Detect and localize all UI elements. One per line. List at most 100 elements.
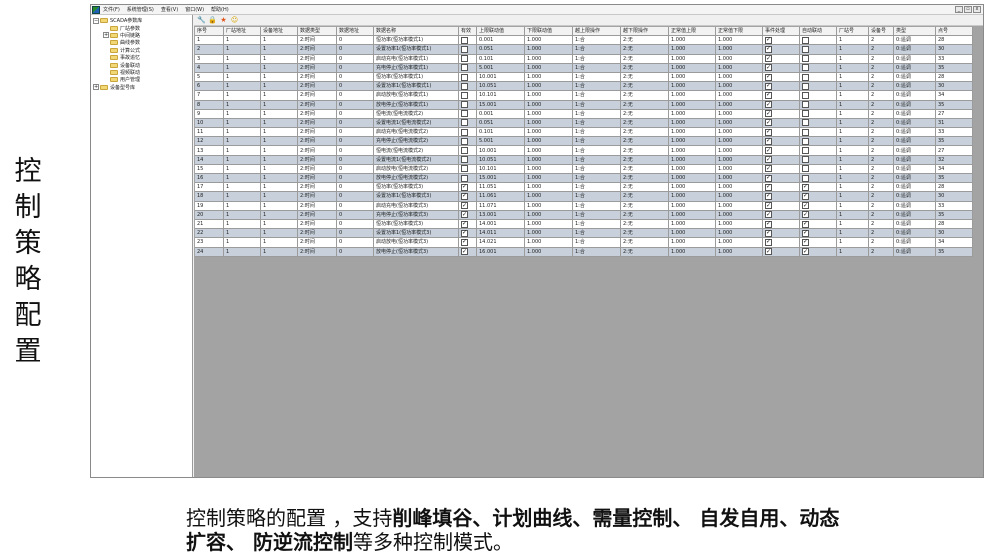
checkbox[interactable]: ✓ bbox=[765, 128, 772, 136]
checkbox[interactable]: ✓ bbox=[765, 82, 772, 90]
close-button[interactable]: x bbox=[973, 6, 981, 13]
menu-item[interactable]: 查看(V) bbox=[161, 6, 178, 13]
table-row[interactable]: 1 1 1 2:时间 0 恒功率(恒功率模式1) 0.001 1.000 1:合 2:无 1.000… bbox=[195, 36, 973, 46]
checkbox[interactable]: ✓ bbox=[765, 211, 772, 219]
tree-item[interactable]: 视频联动 bbox=[91, 69, 192, 76]
checkbox[interactable]: ✓ bbox=[765, 64, 772, 72]
tree-item[interactable]: 设备联动 bbox=[91, 61, 192, 69]
checkbox[interactable]: ✓ bbox=[765, 238, 772, 246]
checkbox[interactable]: ✓ bbox=[802, 202, 809, 210]
column-header[interactable]: 事件处理 bbox=[763, 27, 800, 37]
table-row[interactable]: 22 1 1 2:时间 0 设置功率1(恒功率模式3) ✓ 14.011 1.000 1:合 2:无… bbox=[195, 229, 973, 239]
tree-expander-icon[interactable]: + bbox=[103, 32, 109, 39]
checkbox[interactable]: ✓ bbox=[765, 45, 772, 53]
checkbox[interactable]: ✓ bbox=[765, 174, 772, 182]
table-row[interactable]: 4 1 1 2:时间 0 充电停止(恒功率模式1) 5.001 1.000 1:合 2:无 1.00… bbox=[195, 63, 973, 73]
star-icon[interactable]: ★ bbox=[219, 16, 228, 25]
checkbox[interactable]: ✓ bbox=[765, 192, 772, 200]
tree-item[interactable]: + 设备型号库 bbox=[91, 84, 192, 91]
checkbox[interactable]: ✓ bbox=[765, 119, 772, 127]
table-row[interactable]: 20 1 1 2:时间 0 充电停止(恒功率模式3) ✓ 13.001 1.000 1:合 2:无 1… bbox=[195, 210, 973, 220]
checkbox[interactable]: ✓ bbox=[802, 192, 809, 200]
checkbox[interactable] bbox=[802, 73, 809, 81]
table-row[interactable]: 6 1 1 2:时间 0 设置功率1(恒功率模式1) 10.051 1.000 1:合 2:无 1.… bbox=[195, 82, 973, 92]
checkbox[interactable] bbox=[802, 82, 809, 90]
checkbox[interactable]: ✓ bbox=[765, 36, 772, 44]
checkbox[interactable] bbox=[802, 101, 809, 109]
checkbox[interactable]: ✓ bbox=[765, 183, 772, 191]
table-row[interactable]: 21 1 1 2:时间 0 恒功率(恒功率模式3) ✓ 14.001 1.000 1:合 2:无 1.… bbox=[195, 219, 973, 230]
checkbox[interactable] bbox=[461, 147, 468, 155]
column-header[interactable]: 数据类型 bbox=[298, 27, 337, 37]
checkbox[interactable] bbox=[461, 73, 468, 81]
menu-item[interactable]: 系统管理(S) bbox=[127, 6, 154, 13]
checkbox[interactable] bbox=[802, 55, 809, 63]
checkbox[interactable]: ✓ bbox=[802, 183, 809, 191]
table-row[interactable]: 12 1 1 2:时间 0 充电停止(恒电流模式2) 5.001 1.000 1:合 2:无 1.0… bbox=[195, 137, 973, 147]
tree-item[interactable]: − SCADA参数库 bbox=[91, 17, 192, 24]
checkbox[interactable] bbox=[461, 101, 468, 109]
checkbox[interactable]: ✓ bbox=[765, 248, 772, 256]
checkbox[interactable] bbox=[802, 64, 809, 72]
checkbox[interactable] bbox=[461, 174, 468, 182]
checkbox[interactable] bbox=[461, 36, 468, 44]
column-header[interactable]: 厂站地址 bbox=[224, 27, 261, 37]
checkbox[interactable]: ✓ bbox=[765, 137, 772, 145]
checkbox[interactable]: ✓ bbox=[802, 238, 809, 246]
tree-item[interactable]: 用户管理 bbox=[91, 76, 192, 83]
checkbox[interactable] bbox=[461, 128, 468, 136]
tree-expander-icon[interactable]: − bbox=[93, 17, 99, 24]
table-row[interactable]: 7 1 1 2:时间 0 启动放电(恒功率模式1) 10.101 1.000 1:合 2:无 1.0… bbox=[195, 91, 973, 101]
checkbox[interactable]: ✓ bbox=[461, 211, 468, 219]
checkbox[interactable]: ✓ bbox=[461, 238, 468, 246]
table-row[interactable]: 5 1 1 2:时间 0 恒功率(恒功率模式1) 10.001 1.000 1:合 2:无 1.00… bbox=[195, 72, 973, 83]
smiley-icon[interactable]: ☺ bbox=[230, 16, 239, 25]
table-row[interactable]: 2 1 1 2:时间 0 设置功率1(恒功率模式1) 0.051 1.000 1:合 2:无 1.0… bbox=[195, 45, 973, 55]
table-row[interactable]: 19 1 1 2:时间 0 启动充电(恒功率模式3) ✓ 11.071 1.000 1:合 2:无 1… bbox=[195, 201, 973, 211]
menu-item[interactable]: 帮助(H) bbox=[211, 6, 229, 13]
checkbox[interactable]: ✓ bbox=[765, 220, 772, 228]
tree-expander-icon[interactable]: + bbox=[93, 84, 99, 91]
checkbox[interactable]: ✓ bbox=[765, 55, 772, 63]
column-header[interactable]: 下限联动值 bbox=[525, 27, 573, 37]
checkbox[interactable] bbox=[461, 165, 468, 173]
table-row[interactable]: 13 1 1 2:时间 0 恒电流(恒电流模式2) 10.001 1.000 1:合 2:无 1.0… bbox=[195, 146, 973, 156]
checkbox[interactable]: ✓ bbox=[765, 147, 772, 155]
restore-button[interactable]: ▫ bbox=[964, 6, 972, 13]
column-header[interactable]: 有效 bbox=[459, 27, 477, 37]
column-header[interactable]: 越上限操作 bbox=[573, 27, 621, 37]
checkbox[interactable] bbox=[461, 82, 468, 90]
wrench-icon[interactable]: 🔧 bbox=[197, 16, 206, 25]
column-header[interactable]: 设备地址 bbox=[261, 27, 298, 37]
column-header[interactable]: 点号 bbox=[936, 27, 973, 37]
column-header[interactable]: 自动联动 bbox=[800, 27, 837, 37]
checkbox[interactable] bbox=[802, 36, 809, 44]
checkbox[interactable] bbox=[802, 156, 809, 164]
column-header[interactable]: 正常值下限 bbox=[716, 27, 763, 37]
checkbox[interactable] bbox=[461, 45, 468, 53]
column-header[interactable]: 设备号 bbox=[869, 27, 894, 37]
table-row[interactable]: 23 1 1 2:时间 0 启动放电(恒功率模式3) ✓ 14.021 1.000 1:合 2:无 1… bbox=[195, 238, 973, 248]
menu-item[interactable]: 窗口(W) bbox=[185, 6, 204, 13]
checkbox[interactable] bbox=[461, 156, 468, 164]
table-row[interactable]: 14 1 1 2:时间 0 设置电流1(恒电流模式2) 10.051 1.000 1:合 2:无 1… bbox=[195, 155, 973, 165]
checkbox[interactable]: ✓ bbox=[461, 229, 468, 237]
menu-item[interactable]: 文件(F) bbox=[103, 6, 120, 13]
tree-item[interactable]: + 中间链路 bbox=[91, 32, 192, 39]
checkbox[interactable] bbox=[802, 147, 809, 155]
tree-item[interactable]: 厂站参数 bbox=[91, 24, 192, 32]
table-row[interactable]: 11 1 1 2:时间 0 启动充电(恒电流模式2) 0.101 1.000 1:合 2:无 1.0… bbox=[195, 128, 973, 138]
column-header[interactable]: 序号 bbox=[195, 27, 224, 37]
column-header[interactable]: 正常值上限 bbox=[669, 27, 716, 37]
checkbox[interactable] bbox=[461, 64, 468, 72]
checkbox[interactable] bbox=[802, 91, 809, 99]
minimize-button[interactable]: _ bbox=[955, 6, 963, 13]
checkbox[interactable]: ✓ bbox=[802, 220, 809, 228]
column-header[interactable]: 上限联动值 bbox=[477, 27, 525, 37]
checkbox[interactable]: ✓ bbox=[765, 101, 772, 109]
checkbox[interactable] bbox=[802, 110, 809, 118]
checkbox[interactable] bbox=[802, 174, 809, 182]
checkbox[interactable]: ✓ bbox=[802, 248, 809, 256]
checkbox[interactable]: ✓ bbox=[765, 156, 772, 164]
checkbox[interactable]: ✓ bbox=[765, 73, 772, 81]
